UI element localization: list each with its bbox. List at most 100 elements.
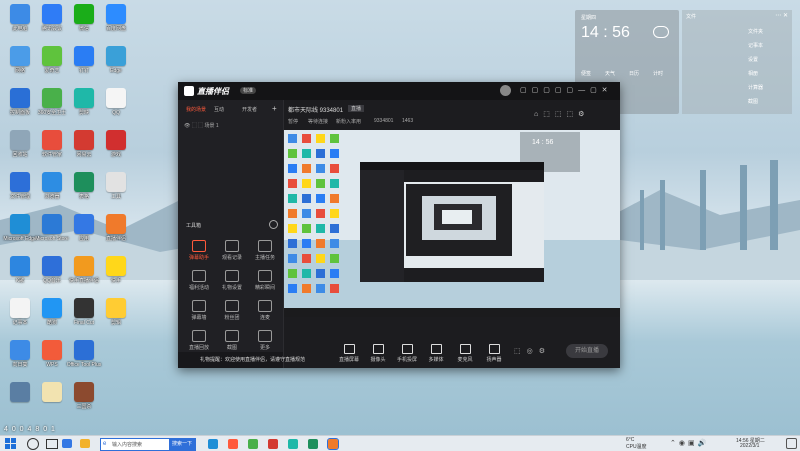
desktop-icon[interactable]: Office Tool Plus	[66, 340, 102, 368]
toolbox-more-icon[interactable]	[269, 220, 278, 229]
desktop-icon[interactable]: K歌	[2, 256, 38, 284]
desktop-icon[interactable]: 360安全卫士	[34, 88, 70, 116]
tool-item[interactable]: 精彩瞬间	[250, 270, 280, 291]
file-explorer-icon[interactable]	[80, 439, 90, 448]
desktop-icon[interactable]: Microsoft Store	[34, 214, 70, 242]
desktop-icon[interactable]: 控制面板	[2, 88, 38, 116]
desktop-icon[interactable]: 工具	[98, 172, 134, 200]
stream-control[interactable]: 摄像头	[365, 344, 391, 363]
tool-item[interactable]: 更多	[250, 330, 280, 351]
tool-item[interactable]: 弹幕墙	[184, 300, 214, 321]
tool-item[interactable]: 福利活动	[184, 270, 214, 291]
files-widget[interactable]: 文件 ⋯ ✕ 文件夹 记事本 设置 相册 计算器 截图	[682, 10, 792, 114]
taskbar-app-icon[interactable]	[327, 438, 339, 450]
add-scene-icon[interactable]: +	[272, 104, 277, 113]
taskbar-app-icon[interactable]	[248, 439, 258, 449]
desktop-icon[interactable]: QQ	[98, 88, 134, 116]
taskbar-app-icon[interactable]	[268, 439, 278, 449]
tool-item[interactable]: 观看记录	[217, 240, 247, 261]
desktop-icon[interactable]: 记事本	[2, 298, 38, 326]
tool-item[interactable]: 截图	[217, 330, 247, 351]
desktop-icon[interactable]	[98, 340, 134, 362]
room-actions[interactable]: ⌂⬚⬚⬚⚙	[534, 110, 589, 118]
desktop-icon[interactable]: Final Cut	[66, 298, 102, 326]
search-icon[interactable]	[27, 438, 39, 450]
desktop-icon[interactable]: 文件管理	[2, 172, 38, 200]
desktop-icon[interactable]: 剪辑	[98, 298, 134, 326]
desktop-icon[interactable]: 快手	[98, 256, 134, 284]
desktop-icon[interactable]: 直播伴侣	[98, 214, 134, 242]
sidebar-tab[interactable]: 互动	[214, 106, 224, 113]
files-widget-item[interactable]: 截图	[748, 98, 758, 105]
desktop-icon[interactable]: 应用	[66, 214, 102, 242]
desktop-icon[interactable]: WPS	[34, 340, 70, 368]
taskbar-app-icon[interactable]	[288, 439, 298, 449]
tool-item[interactable]: 主播任务	[250, 240, 280, 261]
start-live-button[interactable]: 开始直播	[566, 344, 608, 358]
sidebar-tab[interactable]: 我的场景	[186, 106, 206, 113]
desktop-icon[interactable]: Edge	[98, 46, 134, 74]
avatar[interactable]	[500, 85, 511, 96]
search-button[interactable]: 搜索一下	[168, 439, 195, 450]
sidebar-tab[interactable]: 开发者	[242, 106, 257, 113]
files-widget-item[interactable]: 记事本	[748, 42, 763, 49]
stream-control[interactable]: 扬声器	[481, 344, 507, 363]
notification-icon[interactable]	[786, 438, 797, 449]
files-widget-item[interactable]: 相册	[748, 70, 758, 77]
desktop-icon[interactable]: 浏览器	[34, 172, 70, 200]
desktop-icon[interactable]: 表格	[66, 172, 102, 200]
stream-control[interactable]: 手机投屏	[394, 344, 420, 363]
desktop-icon[interactable]: 钉钉	[66, 46, 102, 74]
tool-item[interactable]: 礼物设置	[217, 270, 247, 291]
search-box[interactable]: e 输入内容搜索 搜索一下	[100, 438, 196, 451]
widget-shortcut[interactable]: 天气	[605, 70, 615, 77]
task-view-icon[interactable]	[46, 439, 58, 449]
desktop-icon[interactable]: 快手直播伴侣	[66, 256, 102, 284]
desktop-icon[interactable]: 微信	[66, 4, 102, 32]
desktop-icon[interactable]: 三国杀	[66, 382, 102, 410]
tool-item[interactable]: 直播回放	[184, 330, 214, 351]
extra-controls[interactable]: ⬚◎⚙	[514, 347, 551, 355]
desktop-icon[interactable]: 游戏	[98, 130, 134, 158]
desktop-icon[interactable]: 网络	[2, 46, 38, 74]
widget-shortcut[interactable]: 计时	[653, 70, 663, 77]
stream-preview[interactable]: 14 : 56	[284, 130, 620, 317]
desktop-icon[interactable]: 爱奇艺	[34, 46, 70, 74]
stream-control[interactable]: 多媒体	[423, 344, 449, 363]
desktop-icon[interactable]: 剪映	[66, 88, 102, 116]
tool-item[interactable]: 弹幕助手	[184, 240, 214, 261]
stream-control[interactable]: 直播屏幕	[336, 344, 362, 363]
widget-menu-icon[interactable]: ⋯ ✕	[775, 12, 788, 19]
widget-shortcut[interactable]: 便签	[581, 70, 591, 77]
taskbar-app-icon[interactable]	[208, 439, 218, 449]
desktop-icon[interactable]	[34, 382, 70, 404]
taskbar-app-icon[interactable]	[308, 439, 318, 449]
files-widget-item[interactable]: 计算器	[748, 84, 763, 91]
desktop-icon[interactable]	[2, 382, 38, 404]
widgets-icon[interactable]	[62, 439, 72, 448]
desktop-icon[interactable]: 百度网盘	[98, 4, 134, 32]
window-controls[interactable]: ▢▢▢▢▢—▢✕	[520, 86, 613, 94]
room-tag[interactable]: 直播	[348, 105, 365, 112]
desktop-icon[interactable]: 回收站	[2, 130, 38, 158]
tool-item[interactable]: 粉丝团	[217, 300, 247, 321]
desktop-icon[interactable]: QQ音乐	[34, 256, 70, 284]
desktop-icon[interactable]: 软件管家	[34, 130, 70, 158]
desktop-icon[interactable]: 向日葵	[2, 340, 38, 368]
tool-item[interactable]: 连麦	[250, 300, 280, 321]
desktop-icon[interactable]: 此电脑	[2, 4, 38, 32]
desktop-icon[interactable]: 腾讯会议	[34, 4, 70, 32]
taskbar-app-icon[interactable]	[228, 439, 238, 449]
scene-row[interactable]: 👁 ⬚ ⬚ 场景 1	[184, 122, 219, 129]
stream-control[interactable]: 麦克风	[452, 344, 478, 363]
start-windows-icon[interactable]	[5, 438, 16, 449]
desktop-icon[interactable]: 酷狗	[34, 298, 70, 326]
widget-shortcut[interactable]: 日历	[629, 70, 639, 77]
system-tray[interactable]: ⌃◉▣🔊	[670, 439, 709, 447]
version-badge[interactable]: 标准	[240, 87, 257, 94]
desktop-icon[interactable]: Microsoft Edge	[2, 214, 38, 242]
desktop-icon[interactable]: 网易云	[66, 130, 102, 158]
files-widget-item[interactable]: 文件夹	[748, 28, 763, 35]
search-input[interactable]: 输入内容搜索	[112, 441, 142, 448]
files-widget-item[interactable]: 设置	[748, 56, 758, 63]
